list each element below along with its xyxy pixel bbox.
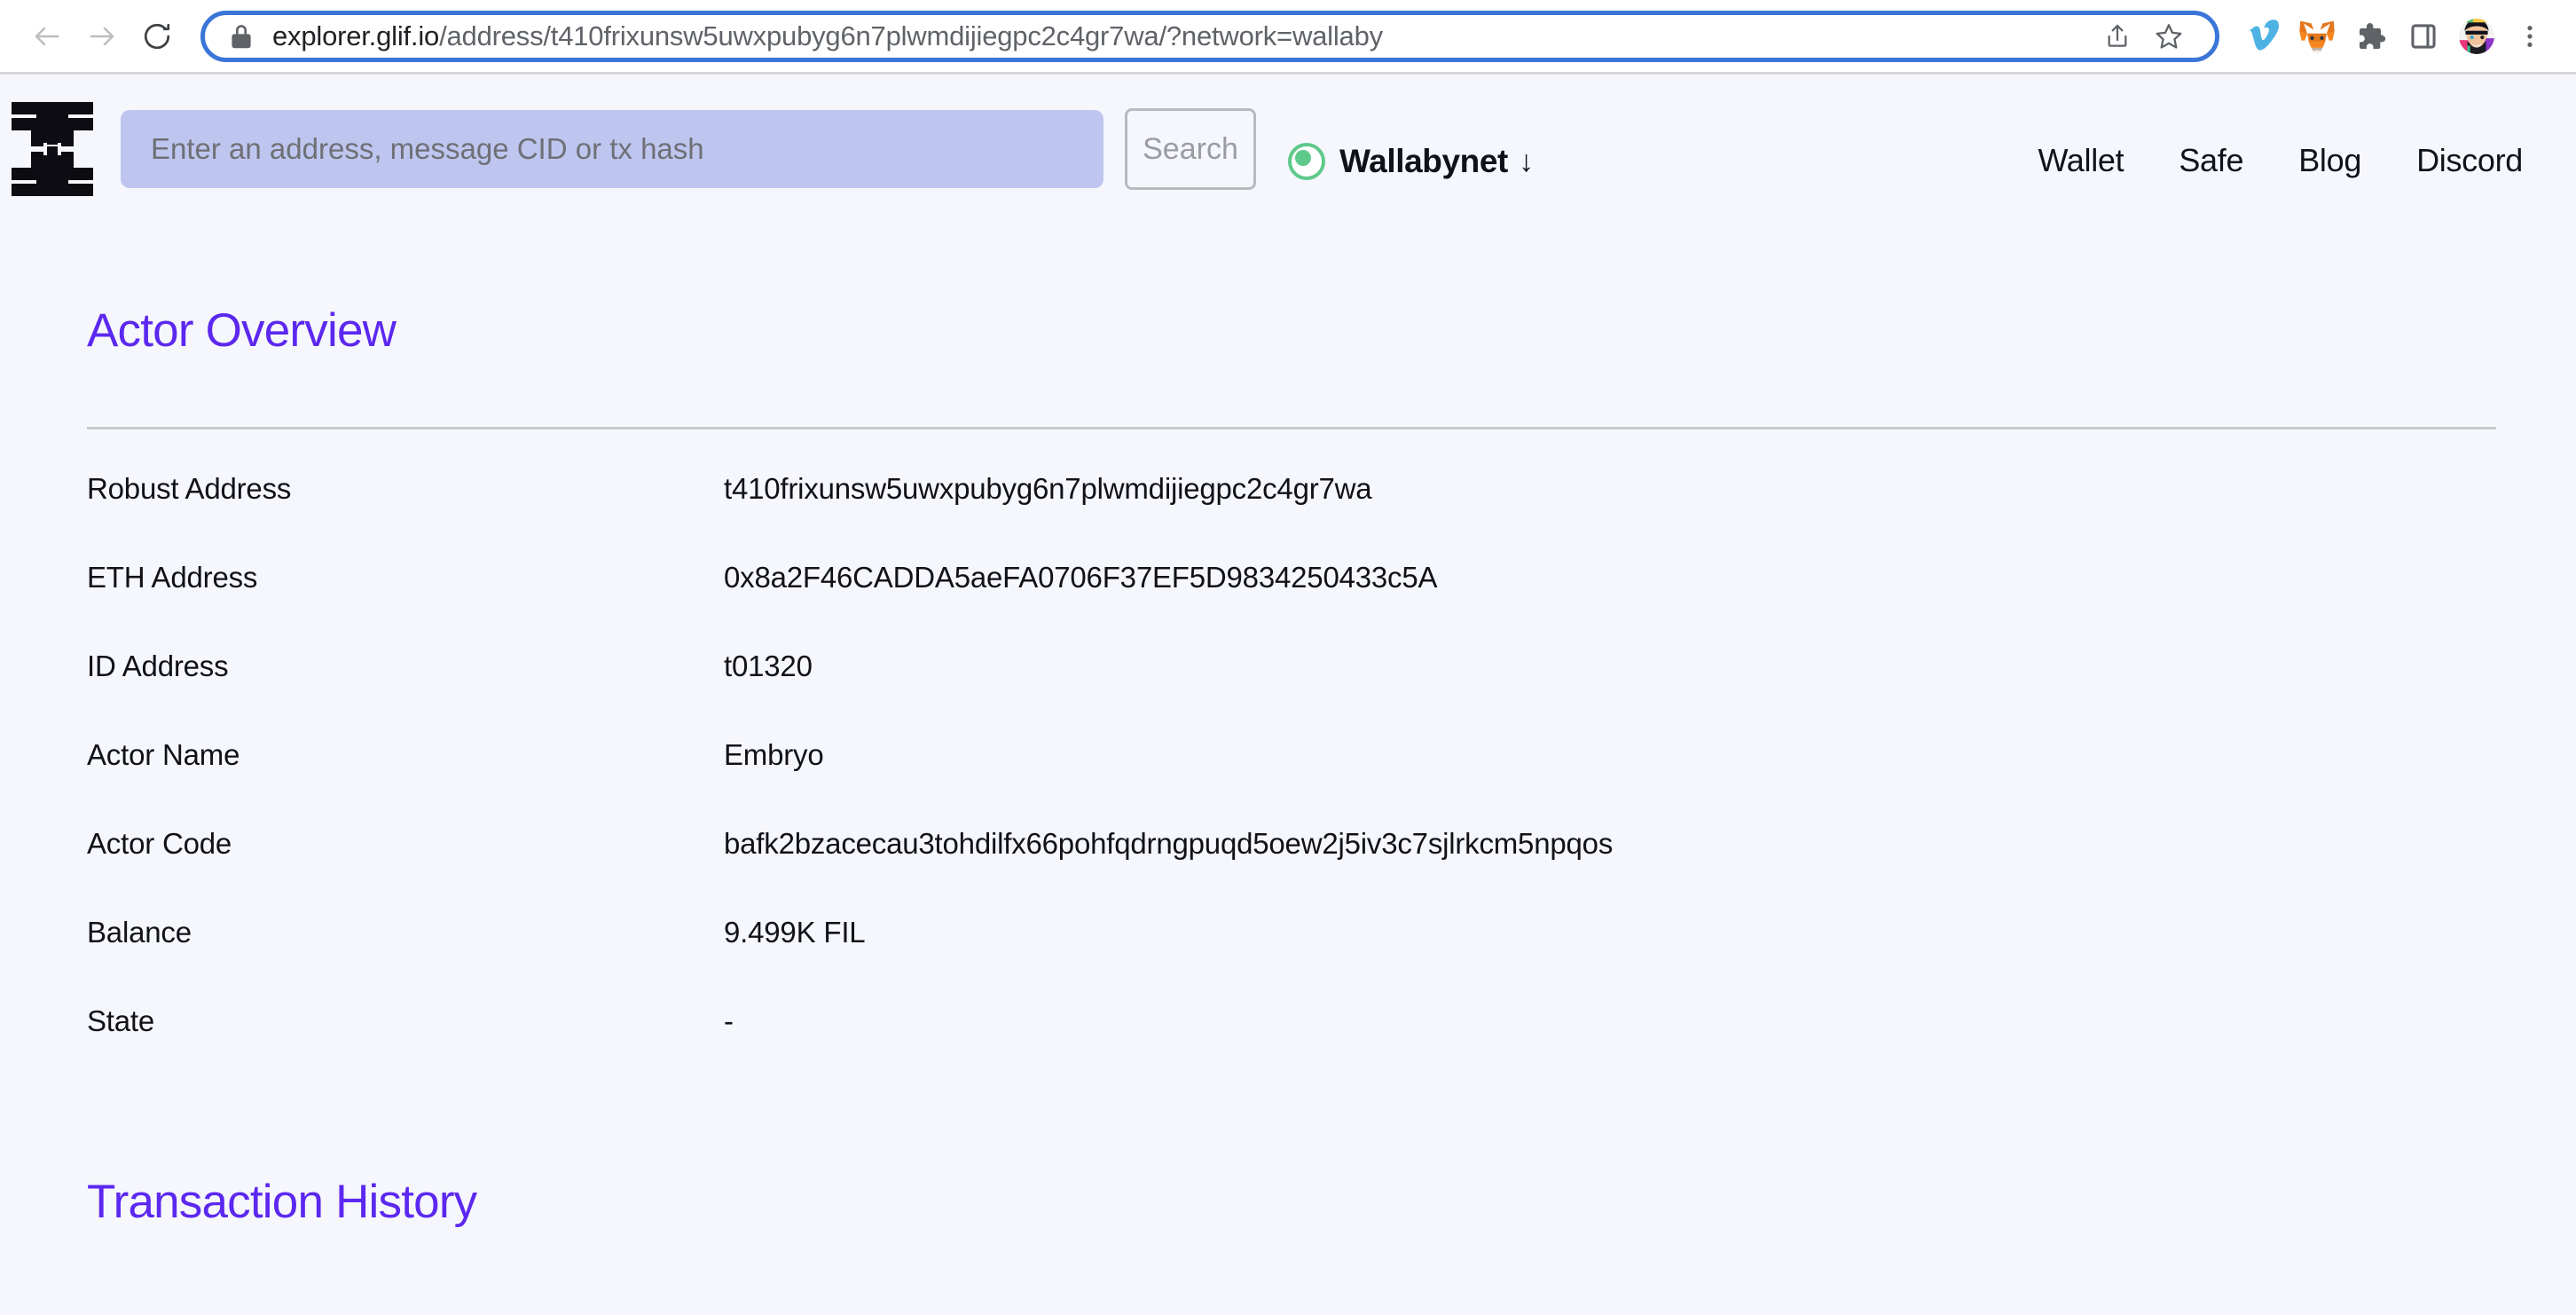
row-label-balance: Balance bbox=[87, 916, 192, 949]
row-value-id-address: t01320 bbox=[724, 650, 813, 682]
table-row: ETH Address 0x8a2F46CADDA5aeFA0706F37EF5… bbox=[87, 561, 2496, 650]
table-row: Actor Code bafk2bzacecau3tohdilfx66pohfq… bbox=[87, 827, 2496, 916]
metamask-extension-icon[interactable] bbox=[2290, 10, 2344, 63]
content-container: Actor Overview Robust Address t410frixun… bbox=[0, 303, 2576, 1229]
row-value-balance: 9.499K FIL bbox=[724, 916, 866, 949]
table-row: Robust Address t410frixunsw5uwxpubyg6n7p… bbox=[87, 472, 2496, 561]
row-value-actor-name: Embryo bbox=[724, 738, 824, 771]
bookmark-star-icon[interactable] bbox=[2146, 13, 2192, 59]
title-divider bbox=[87, 427, 2496, 429]
url-domain: explorer.glif.io bbox=[272, 20, 440, 51]
vimeo-extension-icon[interactable] bbox=[2237, 10, 2290, 63]
table-row: State - bbox=[87, 1004, 2496, 1093]
chrome-menu-icon[interactable] bbox=[2503, 10, 2556, 63]
site-nav: Wallet Safe Blog Discord bbox=[1983, 142, 2523, 179]
glif-logo[interactable] bbox=[11, 101, 94, 197]
nav-link-discord[interactable]: Discord bbox=[2416, 142, 2523, 179]
network-selector[interactable]: Wallabynet ↓ bbox=[1288, 143, 1534, 180]
browser-back-button[interactable] bbox=[20, 9, 75, 64]
network-label: Wallabynet bbox=[1339, 143, 1508, 179]
nav-link-safe[interactable]: Safe bbox=[2179, 142, 2243, 179]
side-panel-icon[interactable] bbox=[2397, 10, 2450, 63]
search-button[interactable]: Search bbox=[1125, 108, 1256, 190]
url-path: /address/t410frixunsw5uwxpubyg6n7plwmdij… bbox=[439, 20, 1383, 51]
nav-link-wallet[interactable]: Wallet bbox=[2038, 142, 2124, 179]
page-body: Actor Overview Robust Address t410frixun… bbox=[0, 224, 2576, 1315]
row-value-state: - bbox=[724, 1004, 734, 1037]
transaction-history-title: Transaction History bbox=[87, 1176, 477, 1228]
browser-reload-button[interactable] bbox=[130, 9, 185, 64]
actor-overview-table: Robust Address t410frixunsw5uwxpubyg6n7p… bbox=[87, 472, 2496, 1093]
row-value-actor-code: bafk2bzacecau3tohdilfx66pohfqdrngpuqd5oe… bbox=[724, 827, 1614, 860]
row-label-eth-address: ETH Address bbox=[87, 561, 258, 594]
browser-forward-button[interactable] bbox=[75, 9, 130, 64]
profile-avatar-icon[interactable] bbox=[2450, 10, 2503, 63]
row-label-actor-code: Actor Code bbox=[87, 827, 232, 860]
row-label-robust-address: Robust Address bbox=[87, 472, 292, 505]
row-label-actor-name: Actor Name bbox=[87, 738, 240, 771]
table-row: ID Address t01320 bbox=[87, 650, 2496, 738]
nav-link-blog[interactable]: Blog bbox=[2298, 142, 2361, 179]
browser-toolbar: explorer.glif.io/address/t410frixunsw5uw… bbox=[0, 0, 2576, 75]
network-status-dot bbox=[1288, 143, 1325, 180]
search-input[interactable] bbox=[121, 110, 1103, 188]
site-header: Search Wallabynet ↓ Wallet Safe Blog Dis… bbox=[0, 75, 2576, 224]
lock-icon bbox=[230, 23, 253, 50]
row-label-state: State bbox=[87, 1004, 155, 1037]
share-icon[interactable] bbox=[2094, 13, 2140, 59]
table-row: Actor Name Embryo bbox=[87, 738, 2496, 827]
row-value-eth-address: 0x8a2F46CADDA5aeFA0706F37EF5D9834250433c… bbox=[724, 561, 1438, 594]
chevron-down-icon: ↓ bbox=[1518, 145, 1534, 178]
table-row: Balance 9.499K FIL bbox=[87, 916, 2496, 1004]
address-bar-url: explorer.glif.io/address/t410frixunsw5uw… bbox=[272, 20, 2089, 52]
row-label-id-address: ID Address bbox=[87, 650, 229, 682]
address-bar[interactable]: explorer.glif.io/address/t410frixunsw5uw… bbox=[200, 10, 2219, 62]
page-title: Actor Overview bbox=[87, 304, 397, 357]
browser-extension-icons bbox=[2237, 10, 2556, 63]
row-value-robust-address: t410frixunsw5uwxpubyg6n7plwmdijiegpc2c4g… bbox=[724, 472, 1372, 505]
extensions-puzzle-icon[interactable] bbox=[2344, 10, 2397, 63]
